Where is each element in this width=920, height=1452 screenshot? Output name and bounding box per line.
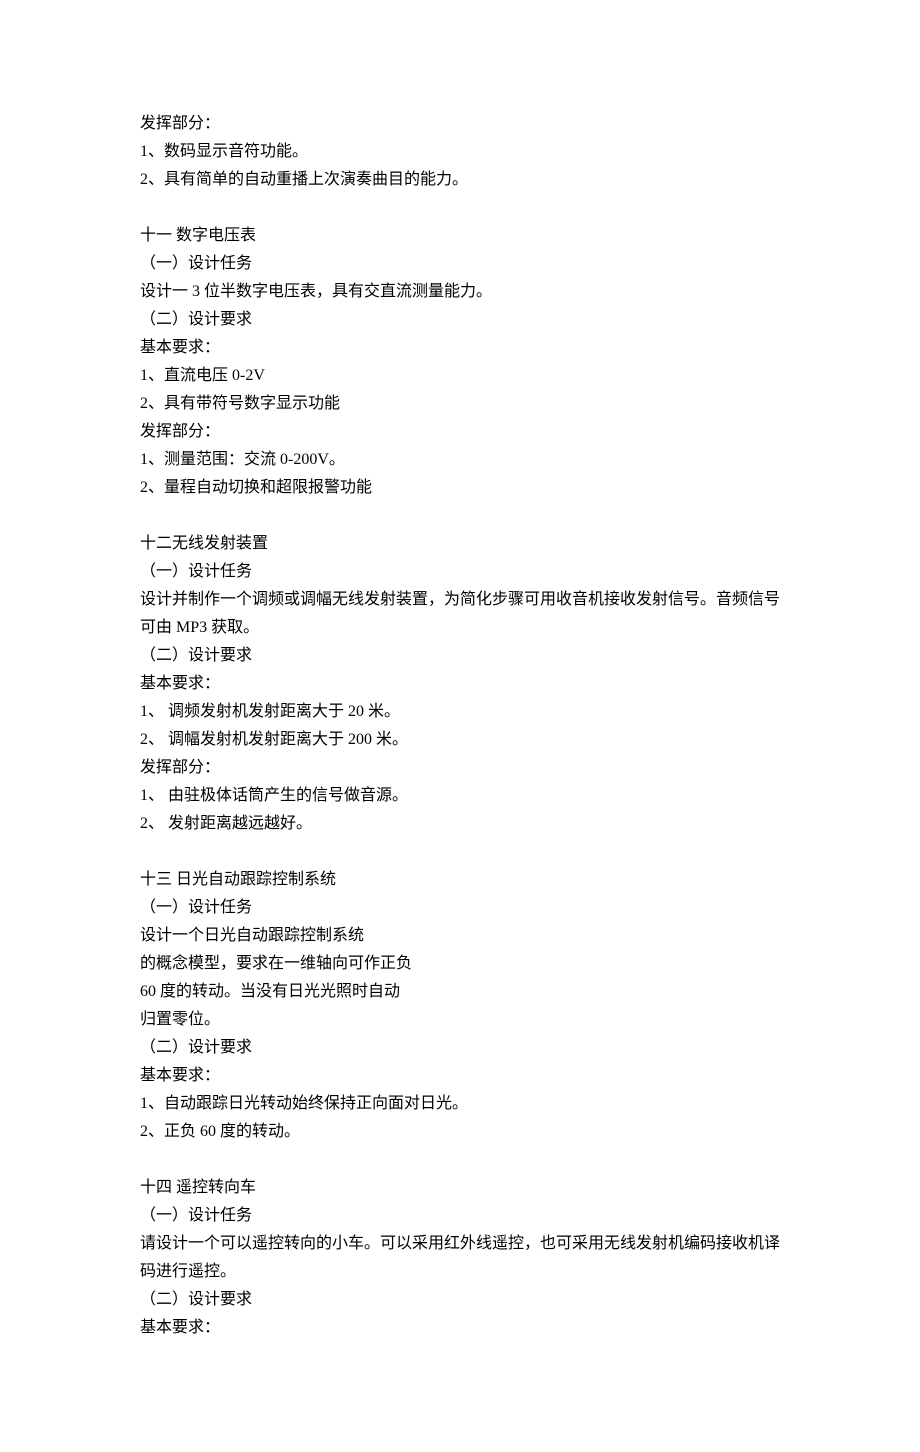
text-line: （一）设计任务 [140, 894, 780, 922]
text-line: 基本要求： [140, 1062, 780, 1090]
text-line: 1、 调频发射机发射距离大于 20 米。 [140, 698, 780, 726]
text-line: 设计并制作一个调频或调幅无线发射装置，为简化步骤可用收音机接收发射信号。音频信号… [140, 586, 780, 642]
text-line: （二）设计要求 [140, 306, 780, 334]
blank-line [140, 194, 780, 222]
text-line: 2、正负 60 度的转动。 [140, 1118, 780, 1146]
text-line: （一）设计任务 [140, 250, 780, 278]
text-line: 2、 发射距离越远越好。 [140, 810, 780, 838]
blank-line [140, 502, 780, 530]
text-line: 发挥部分： [140, 754, 780, 782]
text-line: 2、具有简单的自动重播上次演奏曲目的能力。 [140, 166, 780, 194]
text-line: 1、数码显示音符功能。 [140, 138, 780, 166]
text-line: 十四 遥控转向车 [140, 1174, 780, 1202]
text-line: 1、 由驻极体话筒产生的信号做音源。 [140, 782, 780, 810]
text-line: 60 度的转动。当没有日光光照时自动 [140, 978, 780, 1006]
text-line: 2、 调幅发射机发射距离大于 200 米。 [140, 726, 780, 754]
text-line: 基本要求： [140, 1314, 780, 1342]
text-line: 发挥部分： [140, 418, 780, 446]
text-line: 基本要求： [140, 334, 780, 362]
text-line: （二）设计要求 [140, 1286, 780, 1314]
text-line: 发挥部分： [140, 110, 780, 138]
text-line: 设计一 3 位半数字电压表，具有交直流测量能力。 [140, 278, 780, 306]
document-page: 发挥部分：1、数码显示音符功能。2、具有简单的自动重播上次演奏曲目的能力。十一 … [0, 0, 920, 1452]
text-line: 的概念模型，要求在一维轴向可作正负 [140, 950, 780, 978]
text-line: 1、自动跟踪日光转动始终保持正向面对日光。 [140, 1090, 780, 1118]
text-line: 设计一个日光自动跟踪控制系统 [140, 922, 780, 950]
text-line: （一）设计任务 [140, 1202, 780, 1230]
text-line: （一）设计任务 [140, 558, 780, 586]
text-line: （二）设计要求 [140, 1034, 780, 1062]
text-line: （二）设计要求 [140, 642, 780, 670]
text-line: 2、具有带符号数字显示功能 [140, 390, 780, 418]
text-line: 请设计一个可以遥控转向的小车。可以采用红外线遥控，也可采用无线发射机编码接收机译… [140, 1230, 780, 1286]
text-line: 十一 数字电压表 [140, 222, 780, 250]
text-line: 1、测量范围：交流 0-200V。 [140, 446, 780, 474]
text-line: 十三 日光自动跟踪控制系统 [140, 866, 780, 894]
text-line: 基本要求： [140, 670, 780, 698]
text-line: 2、量程自动切换和超限报警功能 [140, 474, 780, 502]
blank-line [140, 1146, 780, 1174]
text-line: 1、直流电压 0-2V [140, 362, 780, 390]
text-line: 十二无线发射装置 [140, 530, 780, 558]
blank-line [140, 838, 780, 866]
text-line: 归置零位。 [140, 1006, 780, 1034]
